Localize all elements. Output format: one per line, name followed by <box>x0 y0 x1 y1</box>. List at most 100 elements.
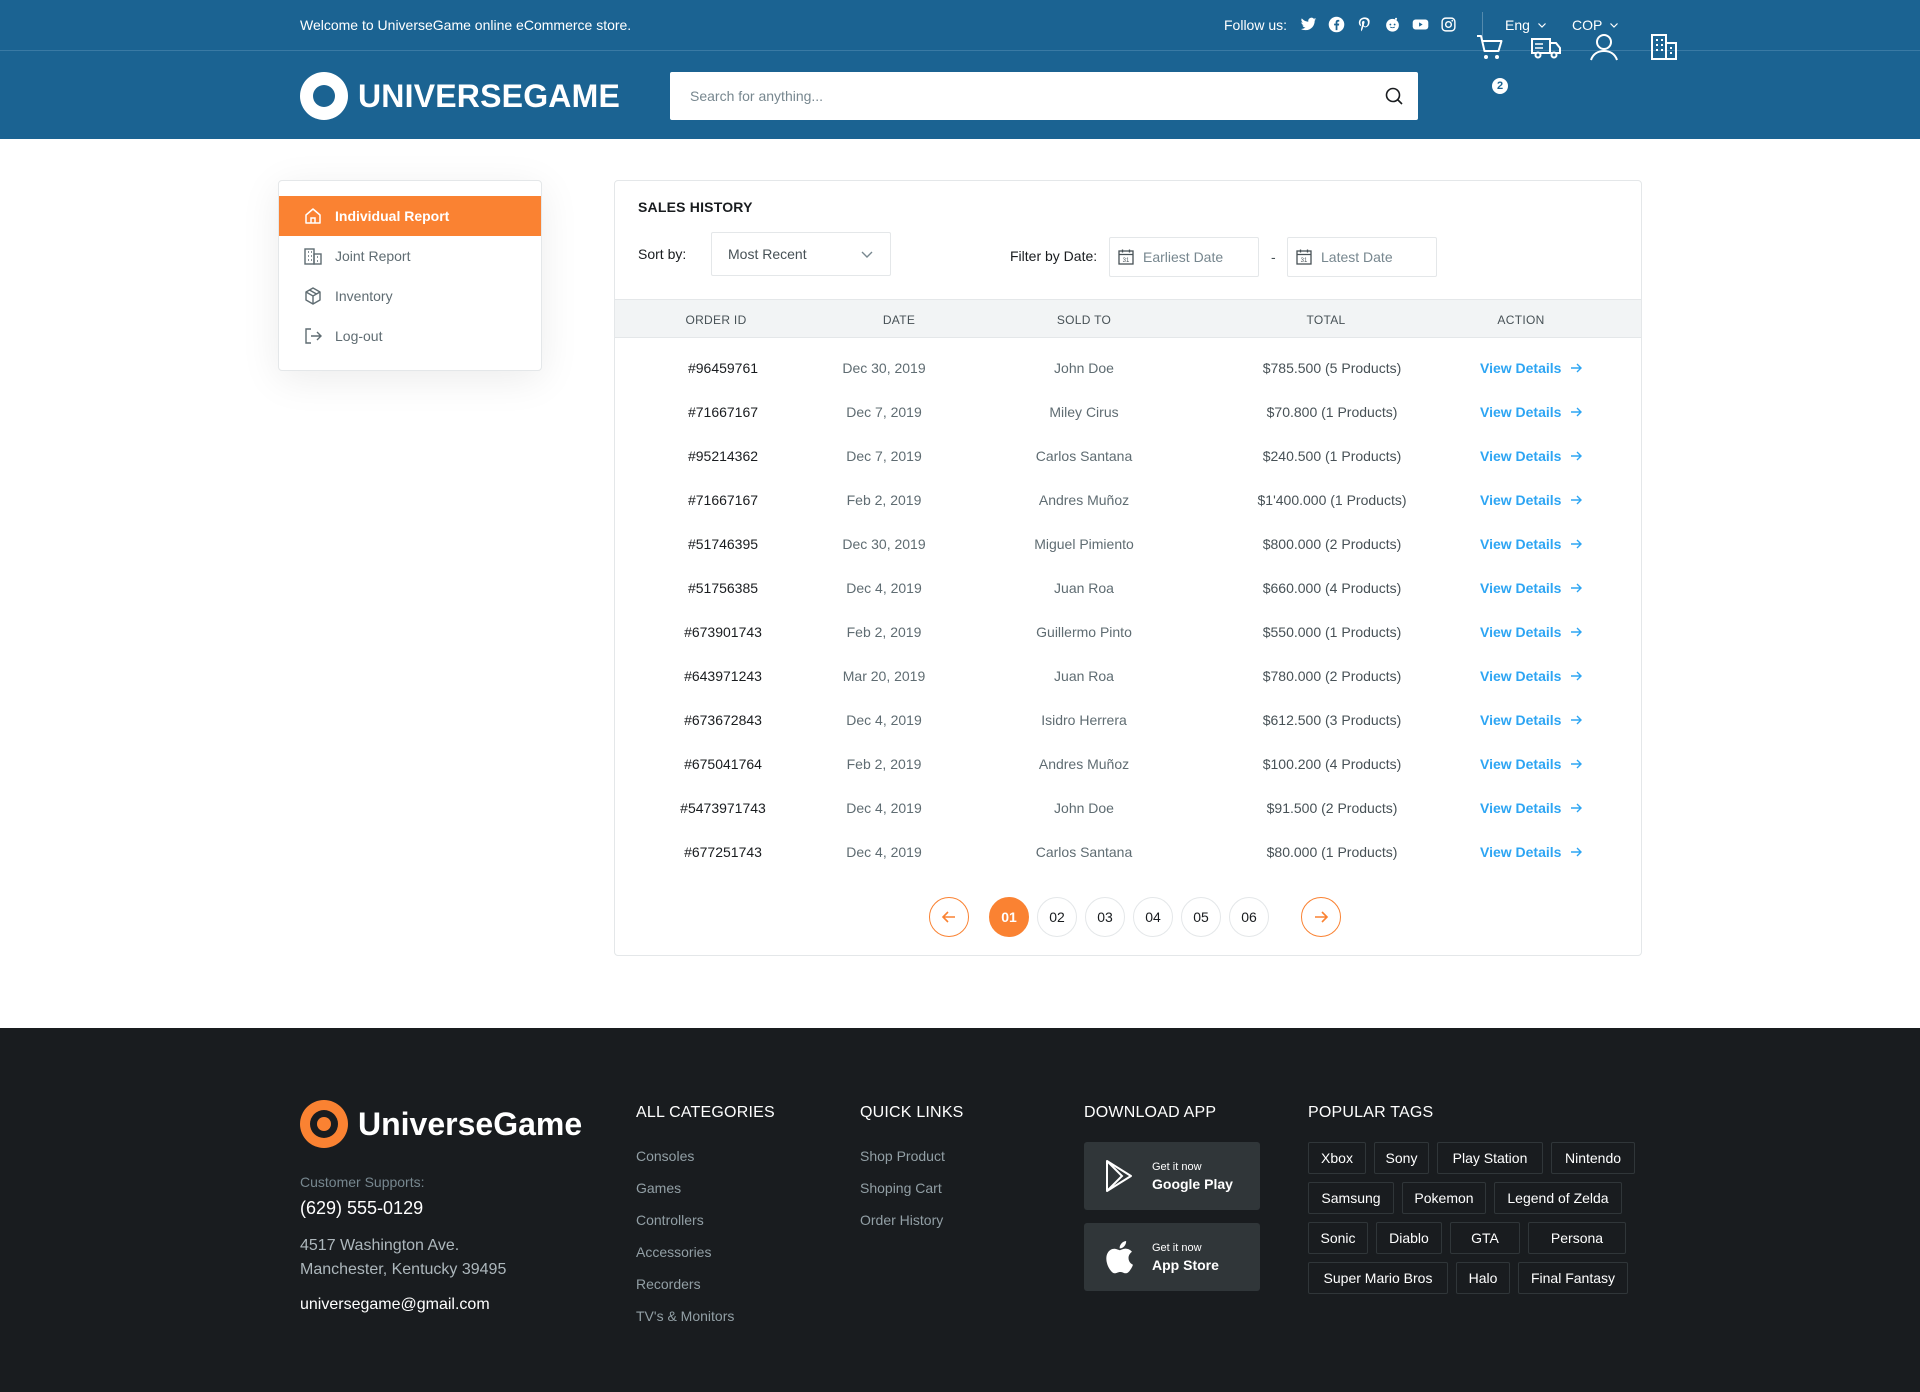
view-details-link[interactable]: View Details <box>1480 404 1583 420</box>
order-id: #51746395 <box>687 536 759 552</box>
welcome-text: Welcome to UniverseGame online eCommerce… <box>300 17 632 33</box>
facebook-icon[interactable] <box>1328 16 1345 33</box>
page-button-05[interactable]: 05 <box>1181 897 1221 937</box>
view-details-link[interactable]: View Details <box>1480 844 1583 860</box>
page-button-03[interactable]: 03 <box>1085 897 1125 937</box>
category-link[interactable]: Games <box>636 1178 734 1198</box>
category-link[interactable]: Consoles <box>636 1146 734 1166</box>
order-total: $1'400.000 (1 Products) <box>1257 492 1407 508</box>
quick-link[interactable]: Shoping Cart <box>860 1178 945 1198</box>
view-details-label: View Details <box>1480 800 1562 816</box>
view-details-link[interactable]: View Details <box>1480 800 1583 816</box>
order-date: Dec 4, 2019 <box>846 844 922 860</box>
earliest-date-input[interactable]: 31 Earliest Date <box>1109 237 1259 277</box>
view-details-link[interactable]: View Details <box>1480 448 1583 464</box>
categories-list: Consoles Games Controllers Accessories R… <box>636 1146 734 1326</box>
table-row: #51756385 Dec 4, 2019 Juan Roa $660.000 (4 … <box>615 567 1641 611</box>
order-total: $800.000 (2 Products) <box>1262 536 1402 552</box>
category-link[interactable]: Recorders <box>636 1274 734 1294</box>
order-total: $91.500 (2 Products) <box>1266 800 1398 816</box>
app-store-button[interactable]: Get it now App Store <box>1084 1223 1260 1291</box>
date-range-separator: - <box>1271 249 1276 265</box>
tag-chip[interactable]: Super Mario Bros <box>1308 1262 1448 1294</box>
tag-chip[interactable]: Persona <box>1528 1222 1626 1254</box>
reddit-icon[interactable] <box>1384 16 1401 33</box>
brand-logo[interactable]: UNIVERSEGAME <box>300 72 620 120</box>
tag-chip[interactable]: Nintendo <box>1551 1142 1635 1174</box>
top-bar: Welcome to UniverseGame online eCommerce… <box>0 0 1920 51</box>
tag-chip[interactable]: GTA <box>1450 1222 1520 1254</box>
category-link[interactable]: Controllers <box>636 1210 734 1230</box>
view-details-label: View Details <box>1480 712 1562 728</box>
arrow-left-icon <box>941 911 955 923</box>
sidebar-item-individual-report[interactable]: Individual Report <box>279 196 541 236</box>
app-small-text: Get it now <box>1152 1160 1202 1173</box>
view-details-link[interactable]: View Details <box>1480 668 1583 684</box>
twitter-icon[interactable] <box>1300 16 1317 33</box>
quick-link[interactable]: Order History <box>860 1210 945 1230</box>
page-button-06[interactable]: 06 <box>1229 897 1269 937</box>
cart-icon[interactable] <box>1474 31 1506 63</box>
latest-date-input[interactable]: 31 Latest Date <box>1287 237 1437 277</box>
truck-icon[interactable] <box>1530 31 1562 63</box>
youtube-icon[interactable] <box>1412 16 1429 33</box>
main-header: UNIVERSEGAME <box>0 51 1920 139</box>
arrow-right-icon <box>1571 495 1583 505</box>
tag-chip[interactable]: Halo <box>1456 1262 1510 1294</box>
table-row: #643971243 Mar 20, 2019 Juan Roa $780.000 (… <box>615 655 1641 699</box>
tag-chip[interactable]: Legend of Zelda <box>1494 1182 1622 1214</box>
quick-link[interactable]: Shop Product <box>860 1146 945 1166</box>
search-input[interactable] <box>670 72 1360 120</box>
order-total: $100.200 (4 Products) <box>1262 756 1402 772</box>
tag-chip[interactable]: Pokemon <box>1402 1182 1486 1214</box>
view-details-link[interactable]: View Details <box>1480 712 1583 728</box>
tag-chip[interactable]: Sonic <box>1308 1222 1368 1254</box>
page-button-01[interactable]: 01 <box>989 897 1029 937</box>
table-row: #71667167 Feb 2, 2019 Andres Muñoz $1'400.0… <box>615 479 1641 523</box>
tag-chip[interactable]: Xbox <box>1308 1142 1366 1174</box>
tag-chip[interactable]: Diablo <box>1376 1222 1442 1254</box>
view-details-link[interactable]: View Details <box>1480 360 1583 376</box>
page-button-02[interactable]: 02 <box>1037 897 1077 937</box>
view-details-link[interactable]: View Details <box>1480 624 1583 640</box>
building-icon[interactable] <box>1648 31 1680 63</box>
next-page-button[interactable] <box>1301 897 1341 937</box>
dashboard-sidebar: Individual Report Joint Report Inventory… <box>278 180 542 371</box>
view-details-link[interactable]: View Details <box>1480 580 1583 596</box>
instagram-icon[interactable] <box>1440 16 1457 33</box>
tag-chip[interactable]: Final Fantasy <box>1518 1262 1628 1294</box>
support-phone[interactable]: (629) 555-0129 <box>300 1198 423 1219</box>
category-link[interactable]: TV's & Monitors <box>636 1306 734 1326</box>
view-details-link[interactable]: View Details <box>1480 756 1583 772</box>
footer-logo[interactable]: UniverseGame <box>300 1100 582 1148</box>
sort-select[interactable]: Most Recent <box>711 232 891 276</box>
sidebar-item-inventory[interactable]: Inventory <box>279 276 541 316</box>
sold-to: Andres Muñoz <box>1038 492 1130 508</box>
search-icon[interactable] <box>1384 86 1404 106</box>
view-details-link[interactable]: View Details <box>1480 492 1583 508</box>
svg-text:31: 31 <box>1301 258 1308 264</box>
pinterest-icon[interactable] <box>1356 16 1373 33</box>
user-icon[interactable] <box>1588 31 1620 63</box>
table-row: #95214362 Dec 7, 2019 Carlos Santana $240.5… <box>615 435 1641 479</box>
order-total: $660.000 (4 Products) <box>1262 580 1402 596</box>
sold-to: Isidro Herrera <box>1041 712 1127 728</box>
table-row: #675041764 Feb 2, 2019 Andres Muñoz $100.20… <box>615 743 1641 787</box>
sidebar-item-label: Joint Report <box>335 248 411 264</box>
table-row: #677251743 Dec 4, 2019 Carlos Santana $80.0… <box>615 831 1641 875</box>
sidebar-item-joint-report[interactable]: Joint Report <box>279 236 541 276</box>
sold-to: Miley Cirus <box>1049 404 1119 420</box>
sold-to: Guillermo Pinto <box>1036 624 1132 640</box>
sidebar-item-log-out[interactable]: Log-out <box>279 316 541 356</box>
page-button-04[interactable]: 04 <box>1133 897 1173 937</box>
sidebar-item-label: Individual Report <box>335 208 450 224</box>
order-id: #95214362 <box>687 448 759 464</box>
category-link[interactable]: Accessories <box>636 1242 734 1262</box>
tag-chip[interactable]: Sony <box>1374 1142 1429 1174</box>
tag-chip[interactable]: Samsung <box>1308 1182 1394 1214</box>
view-details-link[interactable]: View Details <box>1480 536 1583 552</box>
tag-chip[interactable]: Play Station <box>1437 1142 1543 1174</box>
support-email[interactable]: universegame@gmail.com <box>300 1296 490 1314</box>
google-play-button[interactable]: Get it now Google Play <box>1084 1142 1260 1210</box>
prev-page-button[interactable] <box>929 897 969 937</box>
